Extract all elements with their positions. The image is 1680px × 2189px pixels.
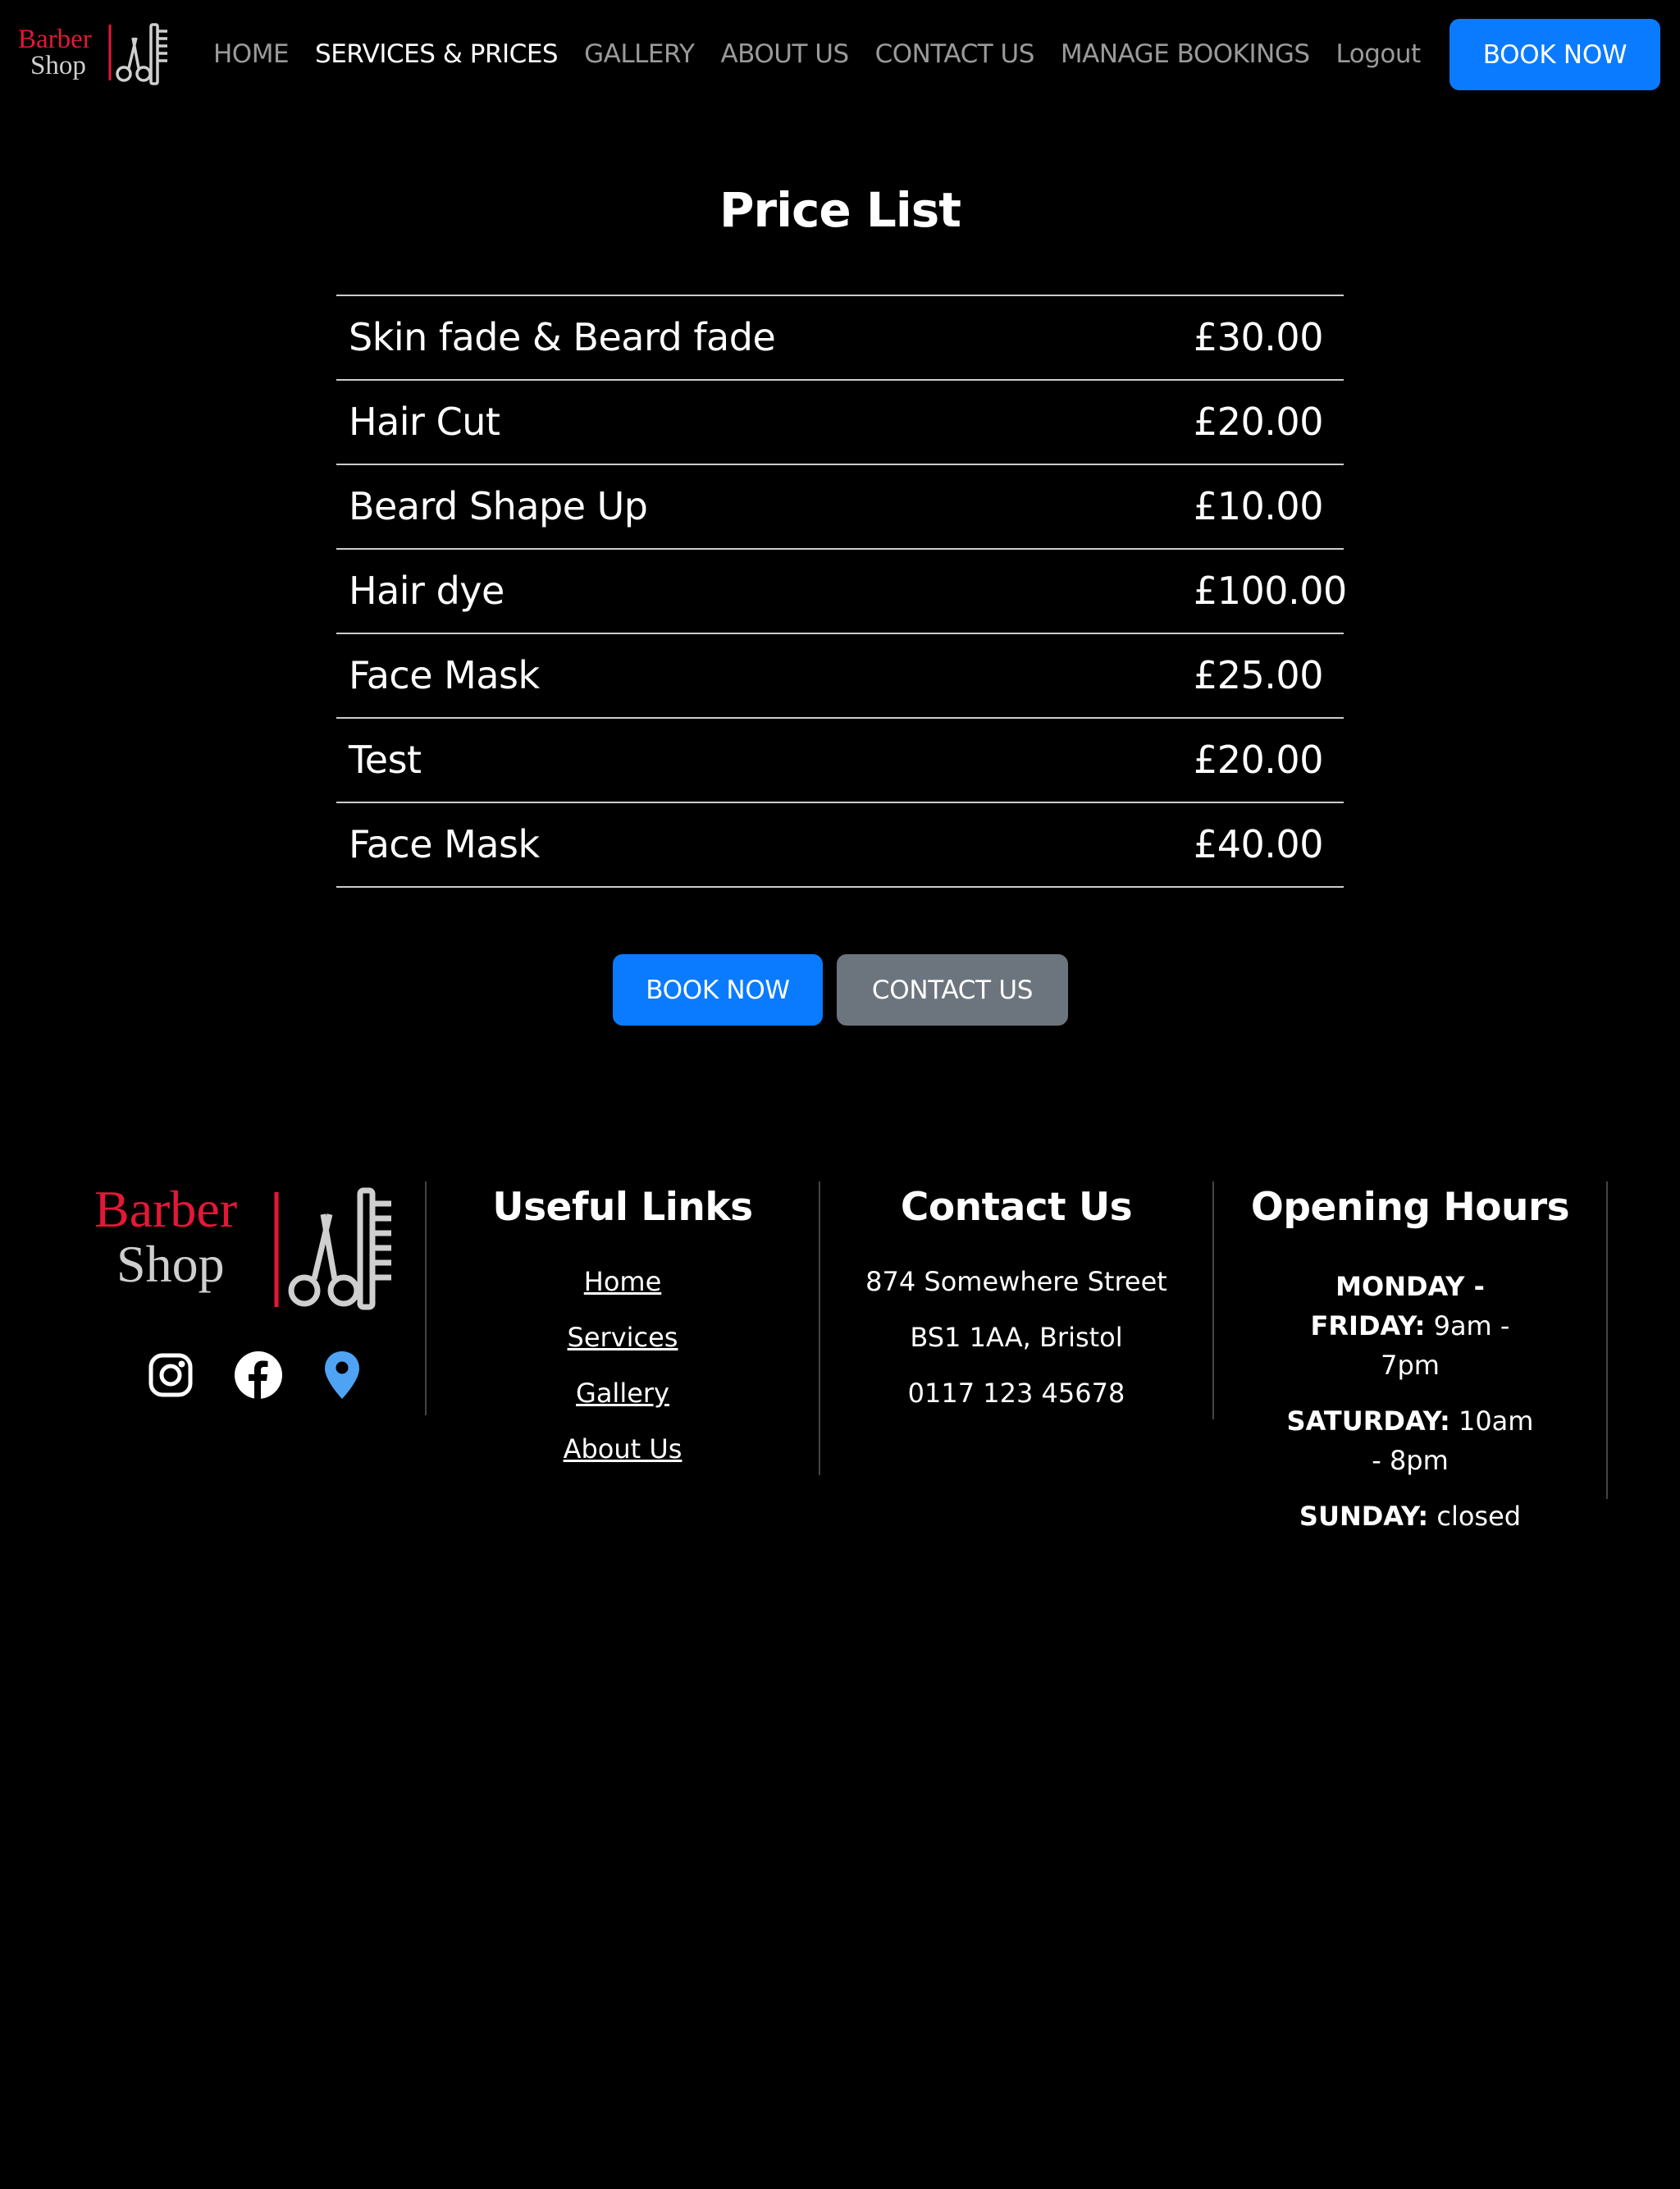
footer-opening-hours: Opening Hours MONDAY - FRIDAY: 9am - 7pm… — [1214, 1181, 1608, 1532]
navbar: Barber Shop HOME SERVICES & PRICES GALLE… — [0, 0, 1680, 108]
address-line-1: 874 Somewhere Street — [865, 1266, 1167, 1297]
price-table: Skin fade & Beard fade £30.00 Hair Cut £… — [336, 295, 1347, 888]
phone-number: 0117 123 45678 — [907, 1378, 1125, 1409]
brand-word-barber: Barber — [18, 25, 92, 54]
service-price: £100.00 — [1194, 569, 1347, 613]
footer-link-about-us[interactable]: About Us — [427, 1431, 819, 1487]
price-row: Face Mask £40.00 — [336, 803, 1344, 888]
service-name: Beard Shape Up — [349, 484, 648, 528]
nav-gallery[interactable]: GALLERY — [584, 39, 695, 69]
service-price: £30.00 — [1194, 315, 1323, 359]
price-row: Face Mask £25.00 — [336, 634, 1344, 719]
service-name: Skin fade & Beard fade — [349, 315, 776, 359]
instagram-icon[interactable] — [148, 1352, 194, 1401]
nav-logout[interactable]: Logout — [1336, 39, 1422, 69]
service-name: Test — [349, 738, 422, 782]
social-icons — [148, 1350, 361, 1404]
service-name: Face Mask — [349, 822, 540, 866]
scissors-comb-icon — [288, 1187, 391, 1310]
sunday-label: SUNDAY: — [1299, 1501, 1429, 1532]
scissors-comb-icon — [116, 23, 167, 85]
nav-services-prices[interactable]: SERVICES & PRICES — [315, 39, 559, 69]
price-row: Hair dye £100.00 — [336, 550, 1347, 634]
hours-sunday: SUNDAY: closed — [1214, 1497, 1606, 1536]
price-list-title: Price List — [719, 182, 961, 238]
book-now-button[interactable]: BOOK NOW — [613, 954, 823, 1026]
footer-link-gallery[interactable]: Gallery — [427, 1375, 819, 1431]
opening-hours-heading: Opening Hours — [1250, 1185, 1570, 1230]
nav-manage-bookings[interactable]: MANAGE BOOKINGS — [1061, 39, 1310, 69]
service-name: Hair dye — [349, 569, 504, 613]
nav-links: HOME SERVICES & PRICES GALLERY ABOUT US … — [213, 0, 1447, 108]
price-row: Test £20.00 — [336, 719, 1344, 803]
saturday-label: SATURDAY: — [1286, 1405, 1450, 1437]
useful-links-heading: Useful Links — [492, 1185, 753, 1230]
hours-weekday: MONDAY - FRIDAY: 9am - 7pm — [1214, 1267, 1606, 1385]
sunday-hours: closed — [1436, 1501, 1522, 1532]
footer-contact: Contact Us 874 Somewhere Street BS1 1AA,… — [820, 1181, 1214, 1419]
contact-heading: Contact Us — [900, 1185, 1133, 1230]
contact-details: 874 Somewhere Street BS1 1AA, Bristol 01… — [820, 1264, 1212, 1431]
footer-useful-links: Useful Links Home Services Gallery About… — [427, 1181, 820, 1475]
service-price: £20.00 — [1194, 738, 1323, 782]
footer-link-home[interactable]: Home — [427, 1264, 819, 1319]
footer-brand-word-barber: Barber — [94, 1186, 237, 1238]
contact-us-button[interactable]: CONTACT US — [837, 954, 1068, 1026]
service-price: £20.00 — [1194, 400, 1323, 444]
opening-hours-list: MONDAY - FRIDAY: 9am - 7pm SATURDAY: 10a… — [1214, 1267, 1606, 1536]
nav-home[interactable]: HOME — [213, 39, 290, 69]
price-row: Beard Shape Up £10.00 — [336, 465, 1344, 550]
footer-link-services[interactable]: Services — [427, 1319, 819, 1375]
address-line-2: BS1 1AA, Bristol — [910, 1322, 1123, 1353]
price-row: Hair Cut £20.00 — [336, 381, 1344, 465]
brand-word-shop: Shop — [30, 51, 86, 80]
nav-contact-us[interactable]: CONTACT US — [875, 39, 1035, 69]
service-price: £10.00 — [1194, 484, 1323, 528]
service-name: Hair Cut — [349, 400, 500, 444]
useful-links-list: Home Services Gallery About Us — [427, 1264, 819, 1487]
nav-about-us[interactable]: ABOUT US — [720, 39, 849, 69]
footer: Barber Shop Useful Links Home Services G… — [0, 1181, 1680, 1532]
map-pin-icon[interactable] — [323, 1350, 361, 1404]
footer-logo[interactable]: Barber Shop — [94, 1186, 406, 1313]
footer-brand-word-shop: Shop — [116, 1235, 225, 1293]
hours-saturday: SATURDAY: 10am - 8pm — [1214, 1401, 1606, 1480]
service-price: £25.00 — [1194, 653, 1323, 697]
price-row: Skin fade & Beard fade £30.00 — [336, 296, 1344, 381]
service-name: Face Mask — [349, 653, 540, 697]
service-price: £40.00 — [1194, 822, 1323, 866]
cta-buttons: BOOK NOW CONTACT US — [613, 954, 1068, 1026]
brand-logo[interactable]: Barber Shop — [18, 21, 174, 87]
footer-brand: Barber Shop — [66, 1181, 427, 1415]
nav-book-now-button[interactable]: BOOK NOW — [1449, 19, 1660, 90]
facebook-icon[interactable] — [234, 1350, 283, 1403]
